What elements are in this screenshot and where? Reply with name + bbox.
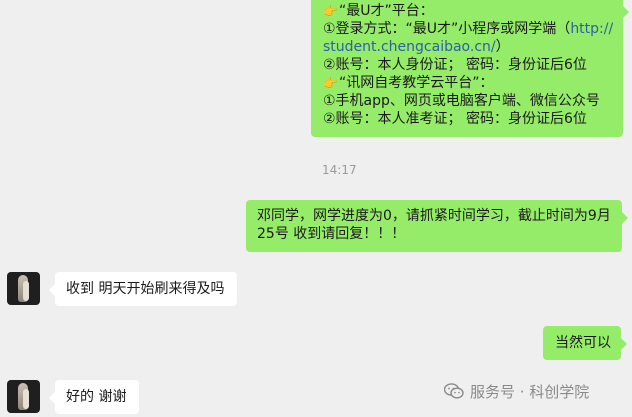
student-message-text: 收到 明天开始刷来得及吗 <box>66 281 225 297</box>
notice-line-3: student.chengcaibao.cn/） <box>323 39 510 55</box>
notice-link-continued[interactable]: student.chengcaibao.cn/ <box>323 39 496 55</box>
pointing-hand-icon: 👉 <box>323 4 338 18</box>
teacher-reply-text: 当然可以 <box>555 335 611 351</box>
avatar[interactable] <box>7 272 40 305</box>
teacher-message-line-2: 25号 收到请回复！！！ <box>257 226 406 242</box>
notice-line-1: 👉“最U才”平台： <box>323 3 434 19</box>
student-message-text: 好的 谢谢 <box>66 389 127 405</box>
notice-line-5: 👉“讯网自考教学云平台”： <box>323 75 494 91</box>
chat-window: 👉“最U才”平台： ①登录方式：“最U才”小程序或网学端（http:// stu… <box>0 0 632 417</box>
teacher-message-bubble[interactable]: 邓同学，网学进度为0，请抓紧时间学习，截止时间为9月 25号 收到请回复！！！ <box>246 200 628 252</box>
notice-link[interactable]: http:// <box>570 21 613 37</box>
notice-line-7: ②账号：本人准考证； 密码：身份证后6位 <box>323 111 587 127</box>
teacher-reply-bubble[interactable]: 当然可以 <box>543 326 627 360</box>
watermark: 服务号 · 科创学院 <box>444 380 589 402</box>
notice-line-2: ①登录方式：“最U才”小程序或网学端（http:// <box>323 21 613 37</box>
notice-line-6: ①手机app、网页或电脑客户端、微信公众号 <box>323 93 600 109</box>
pointing-hand-icon: 👉 <box>323 76 338 90</box>
notice-line-4: ②账号：本人身份证； 密码：身份证后6位 <box>323 57 587 73</box>
wechat-icon <box>444 383 464 399</box>
watermark-text: 服务号 · 科创学院 <box>470 382 590 401</box>
student-message-bubble[interactable]: 好的 谢谢 <box>49 380 139 414</box>
notice-bubble[interactable]: 👉“最U才”平台： ①登录方式：“最U才”小程序或网学端（http:// stu… <box>311 0 629 137</box>
message-timestamp: 14:17 <box>322 163 357 177</box>
teacher-message-line-1: 邓同学，网学进度为0，请抓紧时间学习，截止时间为9月 <box>257 208 611 224</box>
avatar[interactable] <box>7 380 40 413</box>
student-message-bubble[interactable]: 收到 明天开始刷来得及吗 <box>49 272 237 306</box>
